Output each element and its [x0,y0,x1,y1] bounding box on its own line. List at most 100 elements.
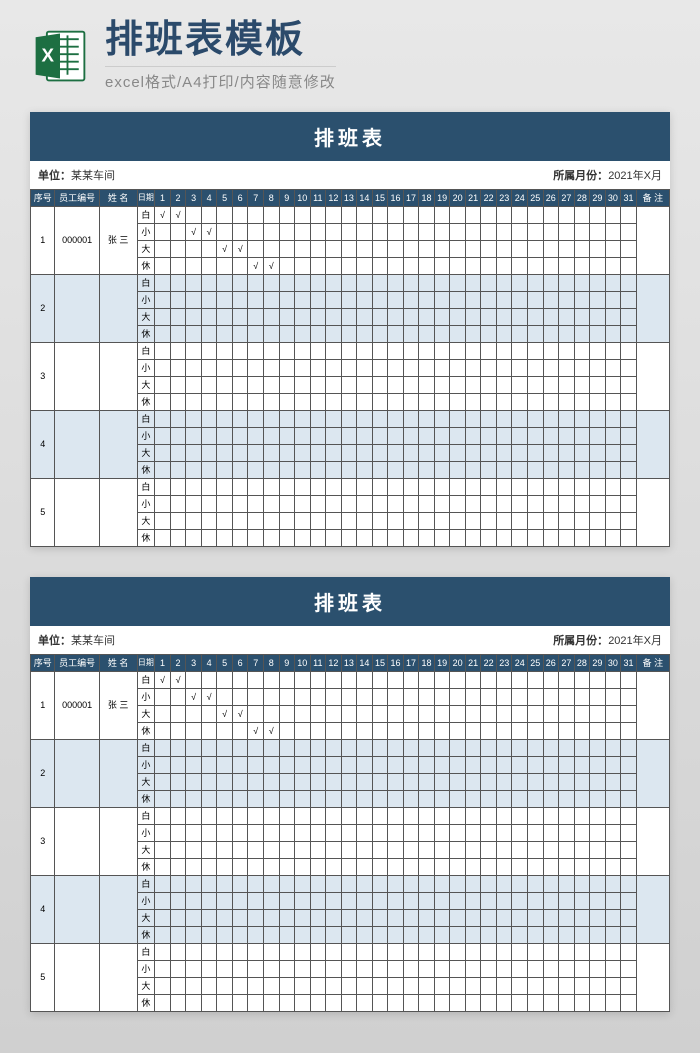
cell-day [310,773,326,790]
cell-day [543,671,559,688]
cell-day [496,308,512,325]
cell-day [155,926,171,943]
cell-day [217,223,233,240]
cell-day [528,824,544,841]
cell-day [341,671,357,688]
cell-day [419,274,435,291]
cell-day [372,790,388,807]
cell-day [419,739,435,756]
cell-day [419,393,435,410]
cell-day [621,892,637,909]
cell-day [341,393,357,410]
cell-day [232,444,248,461]
cell-day [605,410,621,427]
cell-day [388,756,404,773]
col-day: 19 [434,654,450,671]
cell-day [621,807,637,824]
cell-day [310,671,326,688]
cell-day [326,308,342,325]
cell-day [217,461,233,478]
cell-day [357,892,373,909]
cell-day [465,688,481,705]
cell-day [326,478,342,495]
cell-day [621,926,637,943]
cell-day [465,994,481,1011]
cell-seq: 5 [31,478,55,546]
cell-day [263,960,279,977]
cell-note [636,671,669,739]
cell-day [155,909,171,926]
cell-day [419,790,435,807]
cell-day [155,427,171,444]
cell-day [574,994,590,1011]
cell-day [465,359,481,376]
cell-day [403,688,419,705]
cell-day [605,977,621,994]
cell-day [201,308,217,325]
cell-day [590,841,606,858]
cell-day [186,495,202,512]
cell-day [543,722,559,739]
cell-day [496,756,512,773]
cell-day [232,291,248,308]
cell-day [559,223,575,240]
cell-day [248,410,264,427]
cell-day [450,257,466,274]
cell-day [419,977,435,994]
cell-day [372,206,388,223]
cell-day [341,461,357,478]
cell-day [450,892,466,909]
cell-day [388,824,404,841]
cell-day [605,722,621,739]
cell-day [186,807,202,824]
cell-day [341,722,357,739]
cell-day [512,444,528,461]
cell-day [388,461,404,478]
cell-day [201,722,217,739]
cell-day [450,512,466,529]
cell-day [372,444,388,461]
col-day: 13 [341,189,357,206]
cell-day [186,342,202,359]
cell-day [434,223,450,240]
cell-day [186,773,202,790]
cell-day [496,960,512,977]
cell-day [232,342,248,359]
cell-day [559,994,575,1011]
cell-day [605,461,621,478]
cell-day [621,705,637,722]
cell-day [263,274,279,291]
cell-day [419,960,435,977]
cell-day [528,257,544,274]
cell-day [310,444,326,461]
cell-day [543,257,559,274]
cell-day [496,206,512,223]
cell-day [326,841,342,858]
cell-day [248,977,264,994]
cell-day [528,688,544,705]
cell-day [481,393,497,410]
cell-shift: 大 [137,240,155,257]
cell-day [295,722,311,739]
cell-emp-id [55,342,99,410]
cell-day [341,274,357,291]
cell-day [170,410,186,427]
cell-day [217,410,233,427]
cell-day [279,257,295,274]
cell-day [217,359,233,376]
cell-day [559,461,575,478]
cell-day [248,739,264,756]
cell-day [543,410,559,427]
cell-day [434,773,450,790]
col-day: 25 [528,189,544,206]
cell-day [388,240,404,257]
cell-day [310,376,326,393]
col-day: 3 [186,654,202,671]
cell-day [574,257,590,274]
cell-day [543,529,559,546]
cell-day [263,529,279,546]
cell-day [434,444,450,461]
cell-day [403,308,419,325]
cell-day [341,858,357,875]
cell-day [201,461,217,478]
